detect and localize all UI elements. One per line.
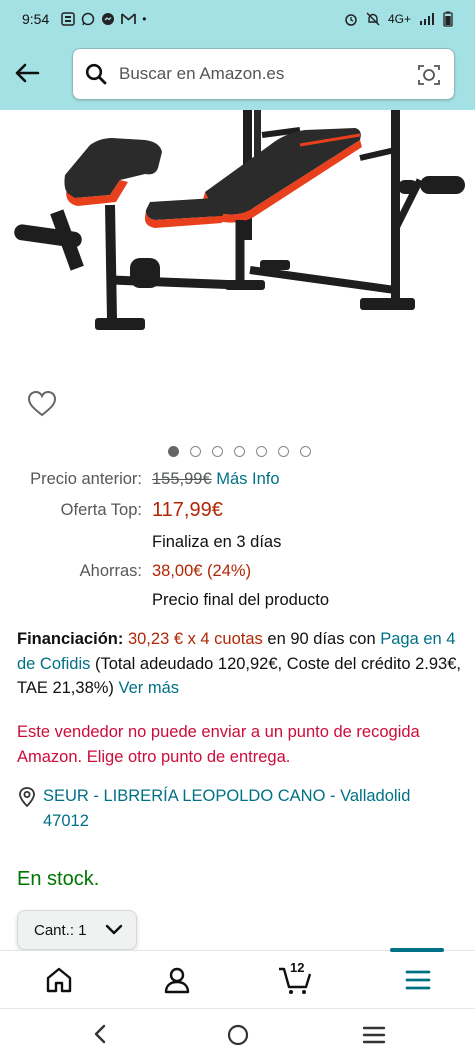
financing-installments: 30,23 € x 4 cuotas [127, 630, 263, 648]
previous-price-value: 155,99€ [152, 470, 212, 488]
whatsapp-icon [82, 12, 95, 26]
carousel-dot[interactable] [190, 446, 201, 457]
gmail-icon [121, 13, 137, 24]
menu-icon[interactable] [403, 965, 433, 995]
battery-icon [443, 11, 453, 27]
pickup-point-link[interactable]: SEUR - LIBRERÍA LEOPOLDO CANO - Valladol… [43, 784, 457, 834]
status-bar: 9:54 • 4G+ [0, 0, 475, 38]
location-pin-icon [19, 787, 35, 807]
previous-price-label: Precio anterior: [30, 470, 142, 488]
system-back-icon[interactable] [90, 1023, 110, 1045]
back-arrow-icon[interactable] [14, 60, 40, 86]
status-time: 9:54 [22, 11, 50, 27]
offer-ends-text: Finaliza en 3 días [152, 533, 282, 551]
carousel-dot[interactable] [234, 446, 245, 457]
financing-info: Financiación: 30,23 € x 4 cuotas en 90 d… [17, 627, 462, 701]
messenger-icon [102, 13, 115, 25]
image-carousel-dots [0, 446, 475, 457]
camera-search-icon[interactable] [416, 62, 442, 88]
offer-ends-row: Finaliza en 3 días [0, 533, 475, 557]
search-icon [85, 63, 107, 85]
system-home-icon[interactable] [226, 1023, 250, 1047]
system-recents-icon[interactable] [362, 1025, 386, 1045]
quantity-label: Cant.: 1 [34, 921, 87, 939]
bottom-navigation: 12 [0, 948, 475, 1008]
carousel-dot[interactable] [278, 446, 289, 457]
stock-status: En stock. [17, 868, 100, 890]
savings-label: Ahorras: [79, 562, 142, 580]
offer-label: Oferta Top: [60, 501, 142, 519]
quantity-selector[interactable]: Cant.: 1 [17, 910, 137, 950]
financing-period: en 90 días con [262, 630, 376, 648]
chevron-down-icon [105, 924, 123, 935]
more-info-link[interactable]: Más Info [216, 470, 279, 488]
see-more-link[interactable]: Ver más [119, 679, 180, 697]
more-notifications-icon: • [142, 12, 147, 26]
search-header: Buscar en Amazon.es [0, 38, 475, 110]
savings-row: Ahorras: 38,00€ (24%) [0, 562, 475, 586]
gallery-notification-icon [61, 12, 75, 26]
mute-icon [366, 12, 380, 26]
pickup-location[interactable]: SEUR - LIBRERÍA LEOPOLDO CANO - Valladol… [17, 784, 457, 834]
final-price-note: Precio final del producto [152, 591, 330, 609]
system-navigation-bar [0, 1008, 475, 1059]
account-icon[interactable] [162, 965, 192, 995]
carousel-dot[interactable] [256, 446, 267, 457]
weight-bench-image [14, 110, 465, 330]
active-tab-indicator [390, 948, 444, 952]
final-price-note-row: Precio final del producto [0, 591, 475, 615]
notification-icons: • [61, 12, 146, 26]
alarm-icon [345, 14, 357, 26]
search-placeholder: Buscar en Amazon.es [119, 64, 285, 83]
heart-icon[interactable] [27, 390, 57, 418]
system-status-icons: 4G+ [344, 11, 453, 27]
search-input[interactable]: Buscar en Amazon.es [72, 48, 455, 100]
previous-price-row: Precio anterior: 155,99€ Más Info [0, 470, 475, 494]
offer-price: 117,99€ [152, 499, 223, 521]
carousel-dot[interactable] [212, 446, 223, 457]
network-type: 4G+ [387, 12, 411, 26]
home-icon[interactable] [44, 965, 74, 995]
carousel-dot[interactable] [168, 446, 179, 457]
delivery-warning: Este vendedor no puede enviar a un punto… [17, 723, 420, 766]
cart-count-badge: 12 [290, 960, 305, 975]
offer-price-row: Oferta Top: 117,99€ [0, 499, 475, 527]
financing-label: Financiación: [17, 630, 124, 648]
carousel-dot[interactable] [300, 446, 311, 457]
signal-icon [420, 13, 434, 25]
product-image[interactable] [0, 110, 475, 350]
savings-value: 38,00€ (24%) [152, 562, 252, 580]
